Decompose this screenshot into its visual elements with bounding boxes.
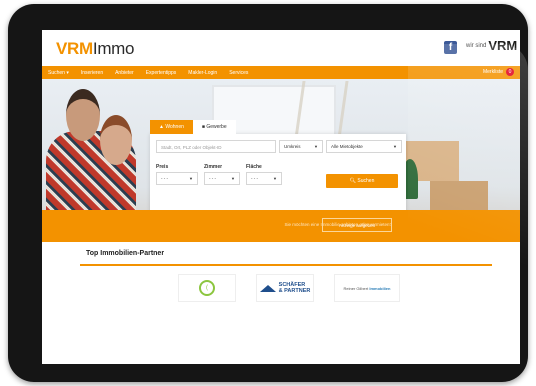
watchlist-count-badge: 0 <box>506 68 514 76</box>
chevron-down-icon: ▼ <box>231 176 235 181</box>
tab-wohnen-label: Wohnen <box>165 124 184 130</box>
partners-section: Top Immobilien-Partner ( SCHÄFER & PARTN… <box>42 242 520 364</box>
rooms-value: - - - <box>209 176 216 181</box>
search-button-label: Suchen <box>357 178 375 184</box>
chevron-down-icon: ▼ <box>273 176 277 181</box>
nav-item-services[interactable]: Services <box>229 70 248 76</box>
area-value: - - - <box>251 176 258 181</box>
ad-promo-band: Sie möchten eine Immobilie anbieten oder… <box>42 210 520 242</box>
price-filter: Preis - - - ▼ <box>156 164 198 185</box>
site-header: VRMImmo f wir sind VRM <box>42 30 520 66</box>
price-label: Preis <box>156 164 169 170</box>
nav-item-suchen[interactable]: Suchen ▾ <box>48 70 69 76</box>
brand-name: VRM <box>488 38 518 53</box>
radius-value: Umkreis <box>284 144 301 149</box>
price-value: - - - <box>161 176 168 181</box>
area-label: Fläche <box>246 164 262 170</box>
partners-divider <box>80 264 492 266</box>
rooms-filter: Zimmer - - - ▼ <box>204 164 240 185</box>
search-panel: ▲ Wohnen ■ Gewerbe Stadt, Ort, PLZ oder … <box>150 120 406 222</box>
tab-wohnen[interactable]: ▲ Wohnen <box>150 120 193 134</box>
nav-item-inserieren[interactable]: Inserieren <box>81 70 103 76</box>
tablet-frame: VRMImmo f wir sind VRM Suchen ▾ Inseriere… <box>8 4 528 382</box>
tab-gewerbe-label: Gewerbe <box>206 124 227 130</box>
place-ad-button[interactable]: Anzeige aufgeben <box>322 218 392 232</box>
hero-person-woman <box>100 115 132 165</box>
partner-circle-icon: ( <box>199 280 215 296</box>
rooms-select[interactable]: - - - ▼ <box>204 172 240 185</box>
search-button[interactable]: 🔍︎ Suchen <box>326 174 398 188</box>
area-select[interactable]: - - - ▼ <box>246 172 282 185</box>
main-nav: Suchen ▾ Inserieren Anbieter Expertentip… <box>42 66 520 79</box>
partner-logo-gilbert-name: Reiner Gilbert <box>343 285 369 291</box>
logo-vrm: VRM <box>56 39 93 58</box>
partner-logo-gilbert-brand: Immobilien <box>369 285 391 291</box>
tab-gewerbe[interactable]: ■ Gewerbe <box>192 120 236 134</box>
search-icon: 🔍︎ <box>349 178 356 184</box>
nav-item-makler-login[interactable]: Makler-Login <box>188 70 217 76</box>
rooms-label: Zimmer <box>204 164 223 170</box>
vrm-brand-logo[interactable]: wir sind VRM <box>466 38 517 53</box>
hero-person-man <box>66 89 100 141</box>
logo-immo: Immo <box>92 39 135 58</box>
partner-logo-gilbert-text: Reiner Gilbert Immobilien <box>344 286 391 291</box>
browser-screen: VRMImmo f wir sind VRM Suchen ▾ Inseriere… <box>42 30 520 364</box>
property-type-select[interactable]: Alle Mietobjekte ▼ <box>326 140 402 153</box>
search-tabs: ▲ Wohnen ■ Gewerbe <box>150 120 236 134</box>
radius-select[interactable]: Umkreis ▼ <box>279 140 323 153</box>
chevron-down-icon: ▼ <box>393 144 397 149</box>
price-select[interactable]: - - - ▼ <box>156 172 198 185</box>
chevron-down-icon: ▼ <box>189 176 193 181</box>
nav-item-expertentipps[interactable]: Expertentipps <box>146 70 177 76</box>
house-roof-icon <box>259 284 276 292</box>
chevron-down-icon: ▼ <box>314 144 318 149</box>
facebook-icon[interactable]: f <box>444 41 457 54</box>
site-logo[interactable]: VRMImmo <box>56 39 135 59</box>
watchlist-link[interactable]: Merkliste 0 <box>483 68 514 76</box>
partner-logo-schaefer-line2: & PARTNER <box>278 288 311 294</box>
partner-logo-gilbert[interactable]: Reiner Gilbert Immobilien <box>334 274 400 302</box>
search-row-filters: Preis - - - ▼ Zimmer - - - ▼ Fläche - - - ▼ <box>156 164 282 185</box>
property-type-value: Alle Mietobjekte <box>331 144 363 149</box>
search-row-main: Stadt, Ort, PLZ oder Objekt-ID Umkreis ▼ … <box>156 140 402 153</box>
partners-title: Top Immobilien-Partner <box>86 250 165 257</box>
partner-logo-schaefer-text: SCHÄFER & PARTNER <box>279 282 311 294</box>
partner-logo-1[interactable]: ( <box>178 274 236 302</box>
watchlist-label: Merkliste <box>482 69 503 75</box>
location-input[interactable]: Stadt, Ort, PLZ oder Objekt-ID <box>156 140 276 153</box>
partner-logo-schaefer[interactable]: SCHÄFER & PARTNER <box>256 274 314 302</box>
brand-prefix: wir sind <box>466 43 487 49</box>
area-filter: Fläche - - - ▼ <box>246 164 282 185</box>
nav-item-anbieter[interactable]: Anbieter <box>115 70 134 76</box>
